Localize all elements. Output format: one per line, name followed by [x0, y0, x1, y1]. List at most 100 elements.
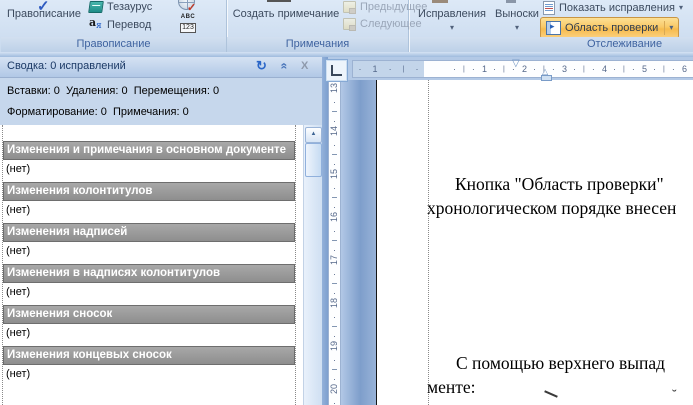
thesaurus-button[interactable]: Тезаурус	[88, 1, 153, 13]
doc-paragraph2-line1: С помощью верхнего выпад	[456, 353, 666, 373]
group-label-tracking: Отслеживание	[410, 37, 693, 52]
horizontal-ruler: · 1 · | · · | · 1 · | · 2 · | · 3 · | · …	[352, 58, 693, 81]
group-tracking: Исправления ▾ Выноски ▾ Показать исправл…	[410, 0, 693, 52]
section-header: Изменения сносок	[3, 305, 295, 324]
vruler-cm-cell: 18 · ·	[329, 297, 340, 341]
show-markup-button[interactable]: Показать исправления ▾	[543, 1, 683, 15]
revision-section: Изменения в надписях колонтитулов (нет)	[3, 264, 295, 299]
vruler-number: 18	[329, 297, 340, 309]
ribbon: ✓ Правописание Тезаурус ая Перевод ✓ ABC…	[0, 0, 693, 52]
ruler-cm-cell: · | · 2	[493, 64, 527, 74]
summary-title: Сводка: 0 исправлений	[7, 60, 126, 72]
translate-label: Перевод	[107, 18, 152, 31]
vruler-number: 15	[329, 168, 340, 180]
vruler-cm-cell: 14 · ·	[329, 125, 340, 169]
left-tab-icon	[331, 65, 342, 76]
stats-line-1: Вставки: 0 Удаления: 0 Перемещения: 0	[7, 85, 220, 97]
left-indent-marker[interactable]	[541, 75, 552, 81]
tab-selector-button[interactable]	[325, 59, 348, 82]
book-icon	[88, 1, 104, 13]
previous-comment-icon	[343, 1, 356, 14]
section-header: Изменения надписей	[3, 223, 295, 242]
new-comment-button[interactable]: Создать примечание	[231, 8, 341, 20]
section-header: Изменения и примечания в основном докуме…	[3, 141, 295, 160]
group-proofing: ✓ Правописание Тезаурус ая Перевод ✓ ABC…	[1, 0, 227, 52]
section-empty-value: (нет)	[6, 368, 31, 380]
spelling-button[interactable]: ✓ Правописание	[3, 0, 85, 20]
abc-icon: ABC	[180, 14, 196, 20]
chevron-down-icon[interactable]: ▾	[412, 24, 492, 32]
refresh-icon[interactable]: ↻	[256, 58, 267, 74]
vruler-number: 19	[329, 340, 340, 352]
group-label-proofing: Правописание	[1, 37, 226, 52]
vruler-number: 13	[329, 82, 340, 94]
pane-scrollbar[interactable]: ▲	[303, 125, 322, 405]
doc-paragraph2-line2: менте:	[427, 377, 476, 397]
chevron-down-icon[interactable]: ▾	[494, 24, 540, 32]
revision-section: Изменения сносок (нет)	[3, 305, 295, 340]
vruler-cm-cell: 15 · ·	[329, 168, 340, 212]
new-comment-label: Создать примечание	[232, 8, 340, 20]
balloons-button[interactable]: Выноски ▾	[494, 8, 540, 32]
vruler-cm-cell: 20 · ·	[329, 383, 340, 405]
track-changes-icon	[432, 0, 448, 3]
first-line-indent-marker[interactable]: ▽	[512, 58, 520, 69]
vruler-number: 16	[329, 211, 340, 223]
reviewing-pane-icon	[546, 21, 561, 35]
revision-section: Изменения колонтитулов (нет)	[3, 182, 295, 217]
ruler-text-segment: · | · 1 · | · 2 · | · 3 · | · 4 · | · 5 …	[424, 60, 693, 78]
section-empty-value: (нет)	[6, 204, 31, 216]
section-empty-value: (нет)	[6, 163, 31, 175]
vruler-cm-cell: 16 · ·	[329, 211, 340, 255]
ruler-cm-cell: · | · 1	[453, 64, 487, 74]
translate-button[interactable]: ая Перевод	[89, 16, 152, 31]
section-empty-value: (нет)	[6, 245, 31, 257]
vruler-cm-cell: 19 · ·	[329, 340, 340, 384]
reviewing-pane: Сводка: 0 исправлений ↻ « X Вставки: 0 У…	[0, 57, 322, 405]
word-review-window: { "ribbon": { "proofing": { "label": "Пр…	[0, 0, 693, 405]
ruler-cm-cell: · | · 3	[533, 64, 567, 74]
workspace-background	[341, 80, 376, 405]
revision-section: Изменения и примечания в основном докуме…	[3, 141, 295, 176]
show-markup-label: Показать исправления	[559, 2, 675, 14]
ruler-number: 4	[601, 64, 607, 74]
word-count-button[interactable]: ABC 123	[178, 14, 198, 33]
spelling-check-icon: ✓	[37, 0, 50, 15]
text-boundary-line	[428, 80, 429, 405]
section-empty-value: (нет)	[6, 286, 31, 298]
language-check-icon: ✓	[187, 2, 197, 14]
ruler-margin-number: 1	[372, 64, 378, 74]
close-icon[interactable]: X	[301, 60, 308, 72]
reviewing-pane-button[interactable]: Область проверки ▾	[540, 17, 680, 39]
doc-paragraph1-line2: хронологическом порядке внесен	[427, 198, 677, 218]
stats-line-2: Форматирование: 0 Примечания: 0	[7, 106, 189, 118]
ruler-cm-cell: · | · 6	[653, 64, 687, 74]
vruler-cm-cell: 17 · ·	[329, 254, 340, 298]
section-header: Изменения колонтитулов	[3, 182, 295, 201]
track-changes-label: Исправления	[418, 8, 486, 20]
divider	[664, 21, 666, 35]
chevron-down-icon[interactable]: ▾	[679, 4, 683, 12]
clipped-text-fragment: ˘	[672, 388, 677, 403]
ruler-cm-cell: · | · 5	[613, 64, 647, 74]
scroll-up-icon[interactable]: ▲	[305, 127, 322, 143]
reviewing-pane-body: Изменения и примечания в основном докуме…	[0, 125, 322, 405]
vruler-cm-cell: 13 · ·	[329, 82, 340, 126]
scrollbar-thumb[interactable]	[305, 143, 322, 177]
vertical-ruler: 13 · · 14 · · 15 · · 16 · · 17 · · 18 · …	[328, 82, 341, 405]
section-header: Изменения в надписях колонтитулов	[3, 264, 295, 283]
next-comment-icon	[343, 18, 356, 31]
collapse-icon[interactable]: «	[277, 63, 291, 70]
thesaurus-label: Тезаурус	[107, 1, 153, 13]
group-comments: Создать примечание Предыдущее Следующее …	[227, 0, 427, 52]
section-empty-value: (нет)	[6, 327, 31, 339]
group-label-comments: Примечания	[227, 37, 408, 52]
reviewing-pane-header: Сводка: 0 исправлений ↻ « X	[0, 57, 322, 78]
reviewing-pane-label: Область проверки	[565, 22, 659, 34]
ruler-number: 5	[641, 64, 647, 74]
vruler-number: 14	[329, 125, 340, 137]
ruler-margin-segment: · 1 · | ·	[352, 60, 424, 78]
ruler-number: 3	[561, 64, 567, 74]
track-changes-button[interactable]: Исправления ▾	[412, 8, 492, 32]
chevron-down-icon[interactable]: ▾	[669, 24, 673, 32]
